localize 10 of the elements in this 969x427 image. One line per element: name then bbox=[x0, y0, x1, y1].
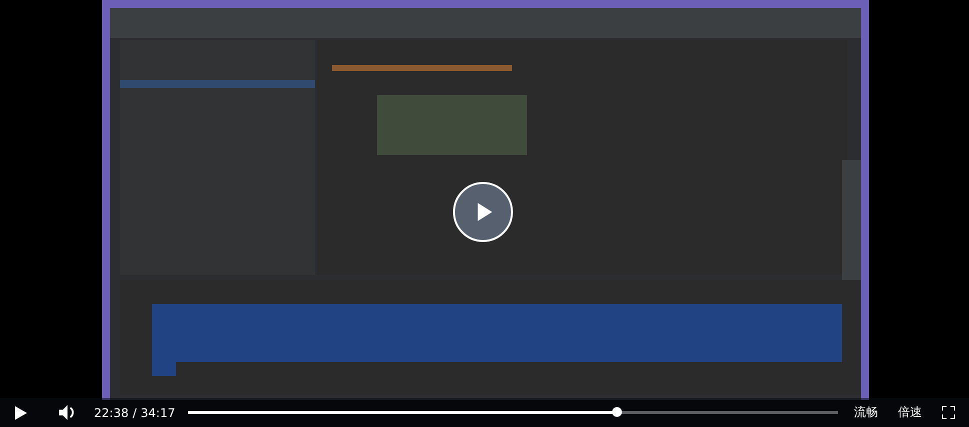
play-icon[interactable] bbox=[15, 406, 27, 420]
time-separator: / bbox=[132, 406, 137, 420]
progress-handle[interactable] bbox=[612, 407, 622, 417]
quality-button[interactable]: 流畅 bbox=[854, 404, 878, 421]
current-time: 22:38 bbox=[94, 406, 129, 420]
speed-button[interactable]: 倍速 bbox=[898, 404, 922, 421]
total-time: 34:17 bbox=[140, 406, 176, 420]
fullscreen-icon[interactable] bbox=[942, 406, 955, 419]
play-icon bbox=[476, 202, 494, 222]
volume-icon[interactable] bbox=[59, 405, 76, 420]
